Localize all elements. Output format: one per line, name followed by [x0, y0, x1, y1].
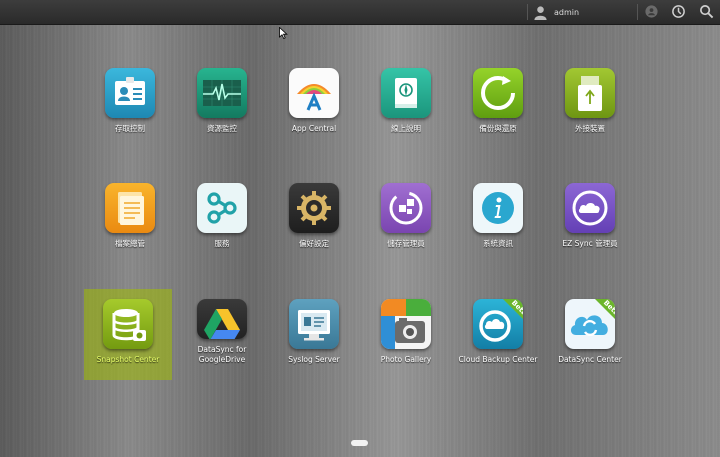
ez-sync-cloud-icon [565, 183, 615, 233]
app-label: 外接裝置 [575, 124, 605, 133]
app-label: DataSync for GoogleDrive [197, 345, 247, 364]
cloud-backup-icon: Beta [473, 299, 523, 349]
app-snapshot-center[interactable]: Snapshot Center [84, 289, 172, 380]
storage-manager-icon [381, 183, 431, 233]
services-share-icon [197, 183, 247, 233]
app-label: Snapshot Center [96, 355, 160, 364]
app-app-central[interactable]: App Central [274, 54, 354, 134]
app-label: DataSync Center [558, 355, 622, 364]
backup-restore-icon [473, 68, 523, 118]
app-label: Photo Gallery [380, 355, 432, 364]
username: admin [554, 7, 580, 17]
app-services[interactable]: 服務 [182, 169, 262, 249]
user-menu[interactable]: admin [533, 4, 579, 20]
app-label: App Central [291, 124, 337, 133]
app-online-help[interactable]: 線上說明 [366, 54, 446, 134]
notification-icon[interactable] [644, 4, 659, 19]
app-resource-monitor[interactable]: 資源監控 [182, 54, 262, 134]
app-label: 資源監控 [207, 124, 237, 133]
google-drive-icon [197, 299, 247, 339]
photo-gallery-camera-icon [381, 299, 431, 349]
snapshot-database-icon [103, 299, 153, 349]
app-label: 線上說明 [391, 124, 421, 133]
heartbeat-monitor-icon [197, 68, 247, 118]
user-icon [534, 5, 547, 20]
app-preferences[interactable]: 偏好設定 [274, 169, 354, 249]
app-cloud-backup-center[interactable]: Beta Cloud Backup Center [458, 285, 538, 365]
app-label: Cloud Backup Center [458, 355, 538, 364]
app-storage-manager[interactable]: 儲存管理員 [366, 169, 446, 249]
app-central-icon [289, 68, 339, 118]
app-ez-sync-manager[interactable]: EZ Sync 管理員 [550, 169, 630, 249]
app-label: 系統資訊 [483, 239, 513, 248]
top-bar: admin [0, 0, 720, 25]
help-book-icon [381, 68, 431, 118]
gear-icon [289, 183, 339, 233]
app-datasync-googledrive[interactable]: DataSync for GoogleDrive [182, 285, 262, 365]
datasync-cloud-icon: Beta [565, 299, 615, 349]
app-access-control[interactable]: 存取控制 [90, 54, 170, 134]
app-file-explorer[interactable]: 檔案總管 [90, 169, 170, 249]
app-external-devices[interactable]: 外接裝置 [550, 54, 630, 134]
app-label: Syslog Server [288, 355, 340, 364]
usb-drive-icon [565, 68, 615, 118]
id-card-icon [105, 68, 155, 118]
app-label: 偏好設定 [299, 239, 329, 248]
app-label: EZ Sync 管理員 [562, 239, 618, 248]
search-icon[interactable] [699, 4, 714, 19]
page-indicator[interactable] [351, 440, 368, 446]
app-backup-restore[interactable]: 備份與還原 [458, 54, 538, 134]
app-system-information[interactable]: 系統資訊 [458, 169, 538, 249]
divider [527, 4, 528, 20]
app-datasync-center[interactable]: Beta DataSync Center [550, 285, 630, 365]
info-icon [473, 183, 523, 233]
divider [637, 4, 638, 20]
app-label: 檔案總管 [115, 239, 145, 248]
settings-dial-icon[interactable] [671, 4, 686, 19]
app-label: 備份與還原 [479, 124, 517, 133]
mouse-cursor [279, 27, 288, 39]
app-label: 存取控制 [115, 124, 145, 133]
syslog-server-icon [289, 299, 339, 349]
app-label: 儲存管理員 [387, 239, 425, 248]
app-label: 服務 [214, 239, 230, 248]
file-folder-icon [105, 183, 155, 233]
app-photo-gallery[interactable]: Photo Gallery [366, 285, 446, 365]
app-syslog-server[interactable]: Syslog Server [274, 285, 354, 365]
